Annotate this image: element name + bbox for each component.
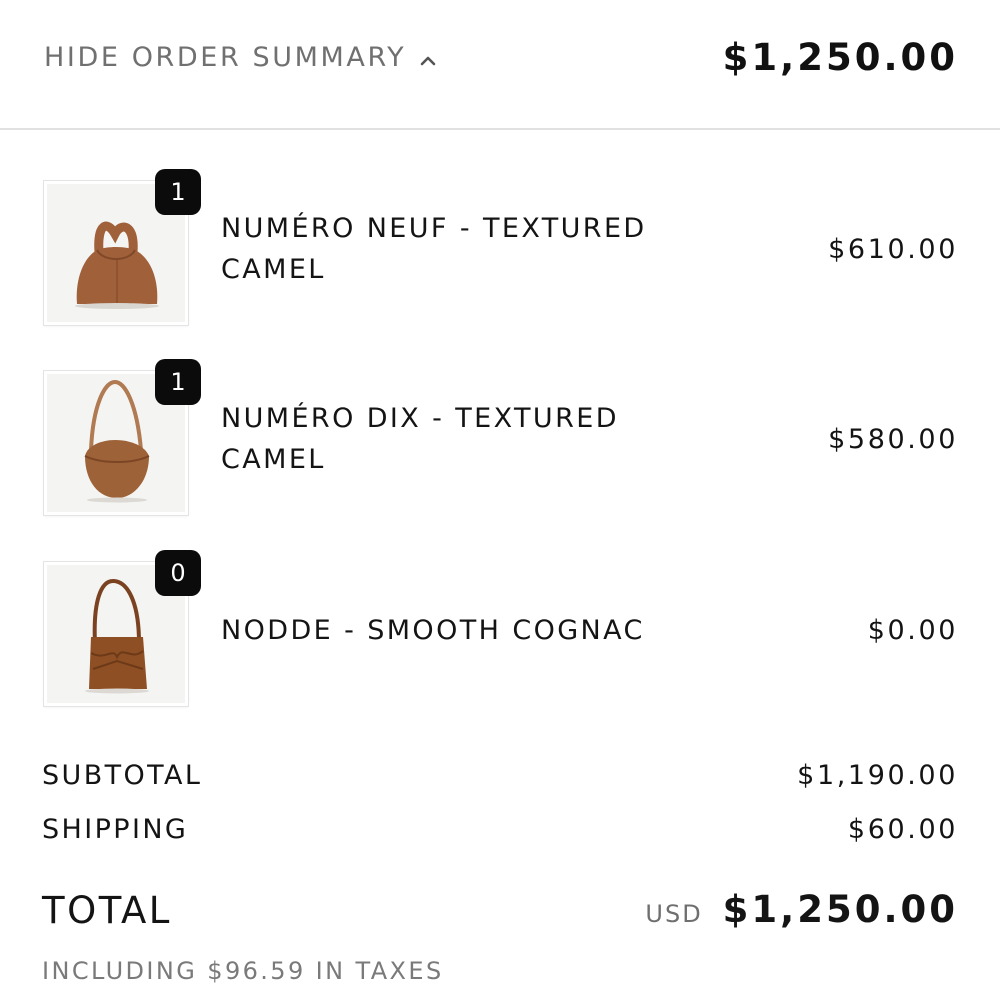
subtotal-label: SUBTOTAL: [42, 760, 203, 791]
line-item: 1 NUMÉRO DIX - TEXTURED CAMEL $580.00: [0, 359, 1000, 521]
line-item: 0 NODDE - SMOOTH COGNAC $0.00: [0, 550, 1000, 712]
product-price: $0.00: [867, 615, 958, 646]
product-name-line-2: CAMEL: [221, 254, 326, 285]
toggle-label: HIDE ORDER SUMMARY: [44, 42, 407, 73]
shipping-row: SHIPPING $60.00: [42, 812, 958, 848]
total-label: TOTAL: [42, 889, 172, 932]
product-name-line-1: NODDE - SMOOTH COGNAC: [221, 615, 645, 646]
subtotal-value: $1,190.00: [797, 760, 958, 791]
product-name: NUMÉRO NEUF - TEXTURED CAMEL: [221, 208, 721, 290]
currency-code: USD: [645, 900, 703, 928]
taxes-note: INCLUDING $96.59 IN TAXES: [42, 957, 444, 985]
line-item: 1 NUMÉRO NEUF - TEXTURED CAMEL $610.00: [0, 169, 1000, 331]
product-name-line-2: CAMEL: [221, 444, 326, 475]
product-name: NODDE - SMOOTH COGNAC: [221, 610, 721, 651]
shipping-label: SHIPPING: [42, 814, 189, 845]
product-price: $610.00: [828, 234, 958, 265]
quantity-badge: 1: [155, 169, 201, 215]
product-name-line-1: NUMÉRO NEUF - TEXTURED: [221, 213, 647, 244]
order-summary-header: HIDE ORDER SUMMARY $1,250.00: [0, 0, 1000, 130]
shipping-value: $60.00: [847, 814, 958, 845]
product-name: NUMÉRO DIX - TEXTURED CAMEL: [221, 398, 721, 480]
quantity-badge: 0: [155, 550, 201, 596]
product-name-line-1: NUMÉRO DIX - TEXTURED: [221, 403, 619, 434]
subtotal-row: SUBTOTAL $1,190.00: [42, 758, 958, 794]
header-order-total: $1,250.00: [722, 36, 958, 79]
quantity-badge: 1: [155, 359, 201, 405]
total-amount: USD $1,250.00: [645, 887, 958, 933]
hide-order-summary-toggle[interactable]: HIDE ORDER SUMMARY: [44, 40, 436, 76]
chevron-up-icon: [420, 53, 436, 69]
product-price: $580.00: [828, 424, 958, 455]
total-value: $1,250.00: [722, 888, 958, 931]
